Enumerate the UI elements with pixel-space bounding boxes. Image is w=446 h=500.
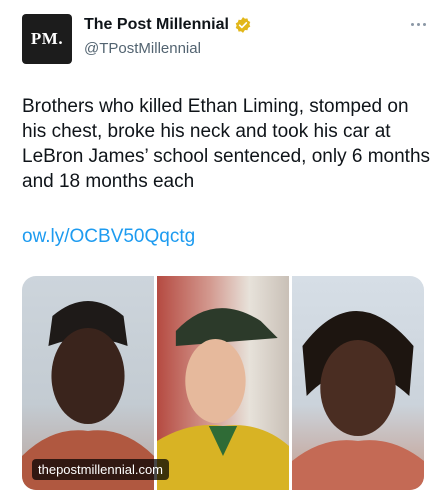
account-name-row: The Post Millennial: [84, 16, 252, 34]
account-avatar[interactable]: PM.: [22, 14, 72, 64]
media-source-label[interactable]: thepostmillennial.com: [32, 459, 170, 480]
tweet-text: Brothers who killed Ethan Liming, stompe…: [22, 96, 431, 192]
verified-badge-icon: [235, 17, 251, 33]
photo-right[interactable]: [292, 276, 424, 490]
account-handle[interactable]: @TPostMillennial: [84, 40, 201, 57]
person-silhouette-icon: [292, 311, 424, 490]
display-name[interactable]: The Post Millennial: [84, 16, 229, 34]
person-silhouette-icon: [22, 301, 154, 490]
tweet-media[interactable]: thepostmillennial.com: [22, 276, 424, 490]
more-options-icon[interactable]: [406, 18, 430, 30]
avatar-logo-text: PM.: [30, 29, 64, 48]
photo-left[interactable]: [22, 276, 154, 490]
tweet-link[interactable]: ow.ly/OCBV50Qqctg: [22, 226, 195, 248]
photo-center[interactable]: [157, 276, 289, 490]
person-silhouette-icon: [157, 308, 289, 490]
